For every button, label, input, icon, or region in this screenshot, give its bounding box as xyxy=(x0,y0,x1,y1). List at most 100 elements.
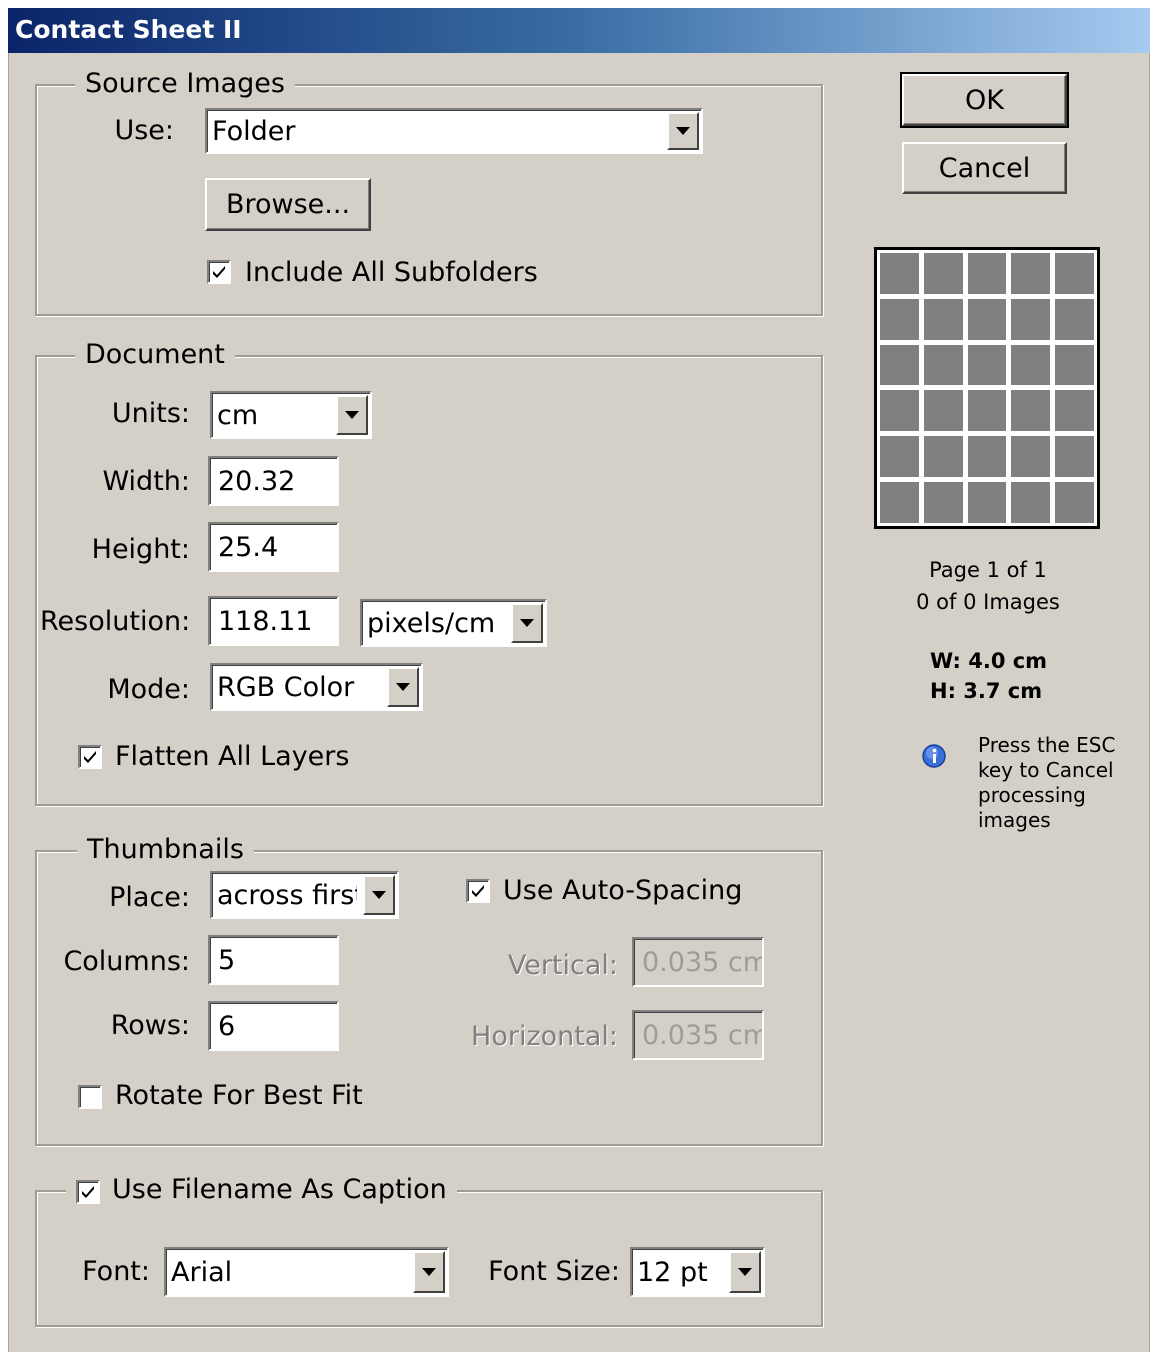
thumbnail-cell xyxy=(1011,390,1051,432)
include-subfolders-label: Include All Subfolders xyxy=(245,257,538,288)
use-dropdown[interactable]: Folder xyxy=(205,108,703,154)
title-bar[interactable]: Contact Sheet II xyxy=(8,8,1150,53)
use-label: Use: xyxy=(114,115,174,146)
font-dropdown[interactable]: Arial xyxy=(164,1247,449,1297)
font-size-dropdown[interactable]: 12 pt xyxy=(630,1247,765,1297)
browse-button[interactable]: Browse... xyxy=(205,178,371,231)
thumbnail-cell xyxy=(967,344,1007,386)
thumbnail-cell xyxy=(880,482,919,523)
units-label: Units: xyxy=(111,398,190,429)
thumbnail-cell xyxy=(923,298,963,340)
thumbnail-width-text: W: 4.0 cm xyxy=(930,649,1048,673)
vertical-field: 0.035 cm xyxy=(632,937,764,987)
columns-field[interactable]: 5 xyxy=(208,935,339,985)
thumbnail-cell xyxy=(1055,253,1094,294)
document-legend: Document xyxy=(75,338,235,372)
chevron-down-icon[interactable] xyxy=(511,603,543,643)
rotate-best-fit-label: Rotate For Best Fit xyxy=(115,1080,363,1111)
thumbnail-cell xyxy=(880,253,919,294)
font-size-label: Font Size: xyxy=(488,1256,620,1287)
width-label: Width: xyxy=(102,466,190,497)
units-dropdown[interactable]: cm xyxy=(210,391,372,439)
chevron-down-icon[interactable] xyxy=(729,1251,761,1293)
flatten-layers-checkbox[interactable] xyxy=(78,745,102,769)
page-count-text: Page 1 of 1 xyxy=(929,558,1047,582)
thumbnail-cell xyxy=(923,253,963,294)
ok-button[interactable]: OK xyxy=(900,72,1069,128)
resolution-unit-dropdown[interactable]: pixels/cm xyxy=(360,599,547,647)
contact-sheet-preview xyxy=(874,247,1100,529)
mode-label: Mode: xyxy=(107,674,190,705)
thumbnail-cell xyxy=(1011,253,1051,294)
cancel-button[interactable]: Cancel xyxy=(902,142,1067,194)
thumbnail-cell xyxy=(1055,298,1094,340)
thumbnail-cell xyxy=(923,390,963,432)
chevron-down-icon[interactable] xyxy=(413,1251,445,1293)
place-dropdown[interactable]: across first xyxy=(210,871,399,919)
mode-dropdown-value: RGB Color xyxy=(217,671,355,703)
font-size-dropdown-value: 12 pt xyxy=(637,1256,708,1288)
place-label: Place: xyxy=(109,882,190,913)
thumbnail-cell xyxy=(1055,436,1094,478)
image-count-text: 0 of 0 Images xyxy=(916,590,1060,614)
thumbnail-cell xyxy=(1011,344,1051,386)
chevron-down-icon[interactable] xyxy=(667,112,699,150)
include-subfolders-checkbox[interactable] xyxy=(207,260,231,284)
thumbnail-cell xyxy=(880,298,919,340)
thumbnail-cell xyxy=(1055,344,1094,386)
thumbnail-cell xyxy=(967,436,1007,478)
checkmark-icon xyxy=(472,885,484,897)
thumbnail-cell xyxy=(967,298,1007,340)
thumbnail-cell xyxy=(880,436,919,478)
thumbnail-cell xyxy=(923,482,963,523)
rows-label: Rows: xyxy=(110,1010,190,1041)
thumbnail-cell xyxy=(1055,390,1094,432)
rows-field[interactable]: 6 xyxy=(208,1001,339,1051)
thumbnail-cell xyxy=(880,344,919,386)
rotate-best-fit-checkbox[interactable] xyxy=(78,1085,102,1109)
mode-dropdown[interactable]: RGB Color xyxy=(210,663,423,711)
checkmark-icon xyxy=(213,266,225,278)
thumbnail-cell xyxy=(923,344,963,386)
horizontal-label: Horizontal: xyxy=(471,1021,618,1052)
resolution-field[interactable]: 118.11 xyxy=(208,596,339,646)
thumbnail-cell xyxy=(967,482,1007,523)
thumbnail-cell xyxy=(967,390,1007,432)
units-dropdown-value: cm xyxy=(217,399,259,431)
width-field[interactable]: 20.32 xyxy=(208,456,339,506)
chevron-down-icon[interactable] xyxy=(387,667,419,707)
auto-spacing-checkbox[interactable] xyxy=(466,879,490,903)
horizontal-field: 0.035 cm xyxy=(632,1010,764,1060)
info-icon xyxy=(921,743,949,771)
thumbnail-height-text: H: 3.7 cm xyxy=(930,679,1043,703)
resolution-unit-value: pixels/cm xyxy=(367,607,496,639)
columns-label: Columns: xyxy=(63,946,190,977)
chevron-down-icon[interactable] xyxy=(336,395,368,435)
thumbnail-cell xyxy=(967,253,1007,294)
window-title: Contact Sheet II xyxy=(15,15,242,44)
font-dropdown-value: Arial xyxy=(171,1256,233,1288)
vertical-label: Vertical: xyxy=(507,950,618,981)
thumbnails-legend: Thumbnails xyxy=(77,833,254,867)
chevron-down-icon[interactable] xyxy=(363,875,395,915)
thumbnail-cell xyxy=(923,436,963,478)
height-label: Height: xyxy=(91,534,190,565)
thumbnail-cell xyxy=(1011,298,1051,340)
resolution-label: Resolution: xyxy=(40,606,191,637)
flatten-layers-label: Flatten All Layers xyxy=(115,741,350,772)
place-dropdown-value: across first xyxy=(217,879,357,911)
caption-legend-wrap: Use Filename As Caption xyxy=(66,1173,457,1207)
checkmark-icon xyxy=(82,1186,94,1198)
use-filename-caption-checkbox[interactable] xyxy=(76,1180,100,1204)
thumbnail-cell xyxy=(1011,482,1051,523)
font-label: Font: xyxy=(82,1256,150,1287)
thumbnail-cell xyxy=(1011,436,1051,478)
height-field[interactable]: 25.4 xyxy=(208,522,339,572)
esc-tip-text: Press the ESC key to Cancel processing i… xyxy=(978,733,1116,832)
thumbnail-cell xyxy=(880,390,919,432)
thumbnail-cell xyxy=(1055,482,1094,523)
use-dropdown-value: Folder xyxy=(212,115,296,147)
checkmark-icon xyxy=(84,751,96,763)
auto-spacing-label: Use Auto-Spacing xyxy=(503,875,743,906)
source-images-legend: Source Images xyxy=(75,67,295,101)
